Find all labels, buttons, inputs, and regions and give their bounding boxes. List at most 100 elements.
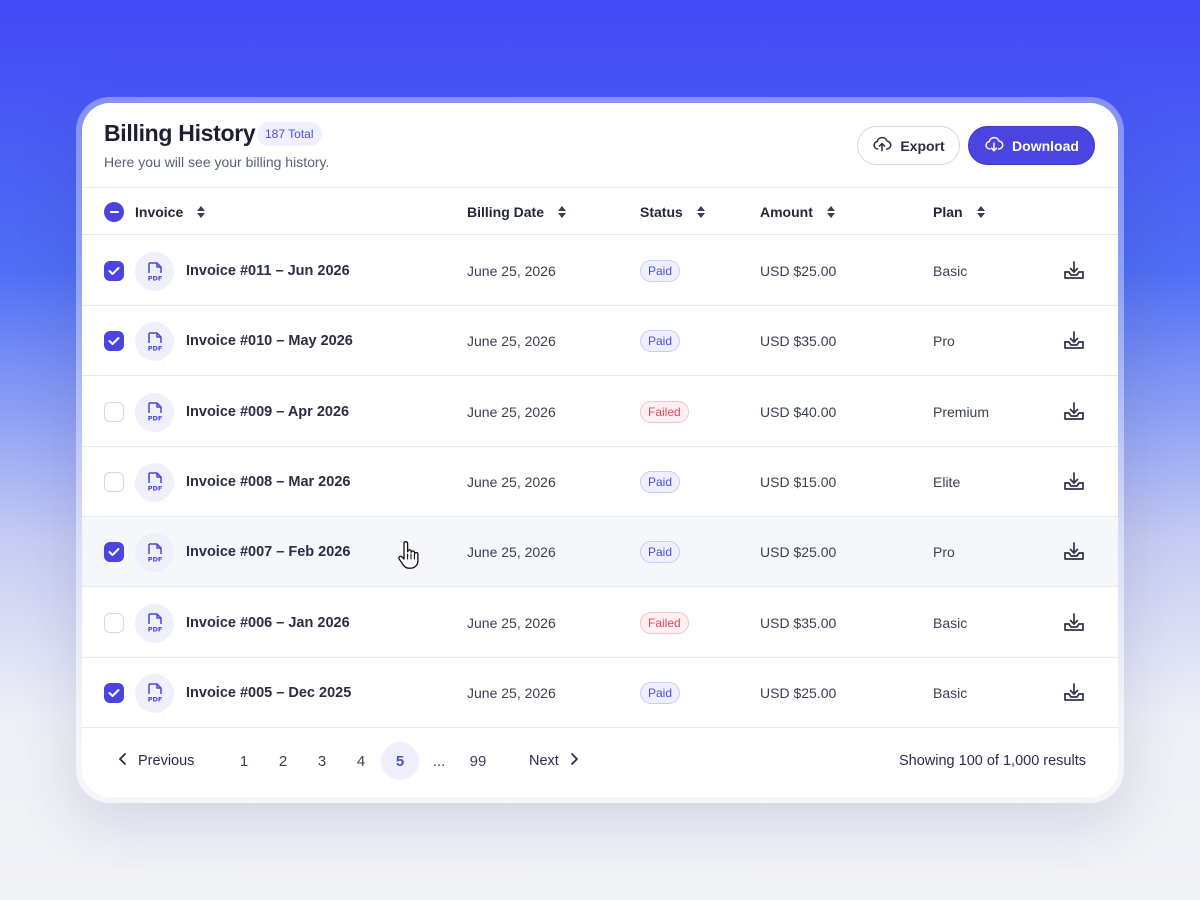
billing-date: June 25, 2026 [467,614,556,631]
sort-arrows-icon[interactable] [976,205,985,218]
billing-date: June 25, 2026 [467,403,556,420]
billing-date: June 25, 2026 [467,333,556,350]
total-count-badge: 187 Total [257,122,322,146]
page-ellipsis: ... [432,752,446,770]
row-checkbox[interactable] [104,261,124,281]
download-label: Download [1012,137,1079,154]
tray-download-icon[interactable] [1062,259,1086,283]
sort-arrows-icon[interactable] [826,205,835,218]
invoice-name[interactable]: Invoice #007 – Feb 2026 [186,544,350,560]
plan: Basic [933,684,968,701]
plan: Premium [933,403,990,420]
pdf-file-icon: PDF [135,462,174,502]
column-status-label: Status [640,203,683,220]
row-checkbox[interactable] [104,542,124,563]
invoice-name[interactable]: Invoice #006 – Jan 2026 [186,615,350,631]
page-subtitle: Here you will see your billing history. [104,154,330,170]
page-number[interactable]: 4 [342,742,380,780]
column-plan-label: Plan [933,203,963,220]
previous-label: Previous [138,753,195,769]
status-badge: Paid [640,260,681,282]
pdf-file-icon: PDF [135,322,174,362]
table-row[interactable]: PDF Invoice #005 – Dec 2025 June 25, 202… [82,658,1118,728]
invoice-name[interactable]: Invoice #010 – May 2026 [186,333,353,349]
tray-download-icon[interactable] [1062,329,1086,353]
amount: USD $25.00 [760,263,837,279]
page-number[interactable]: 5 [381,742,419,780]
card-header: Billing History 187 Total Here you will … [82,103,1118,188]
tray-download-icon[interactable] [1062,681,1086,705]
sort-arrows-icon[interactable] [696,205,705,218]
status-badge: Paid [640,470,681,493]
invoice-name[interactable]: Invoice #011 – Jun 2026 [186,263,350,279]
page-number[interactable]: 99 [459,742,497,780]
page-number[interactable]: 1 [225,742,263,780]
billing-date: June 25, 2026 [467,473,556,490]
page-title: Billing History [104,120,256,146]
table-row[interactable]: PDF Invoice #009 – Apr 2026 June 25, 202… [82,377,1118,447]
results-summary: Showing 100 of 1,000 results [898,753,1086,769]
cloud-upload-icon [872,134,892,157]
sort-arrows-icon[interactable] [558,205,567,218]
export-label: Export [900,137,945,154]
svg-text:PDF: PDF [147,696,162,704]
pdf-file-icon: PDF [135,673,174,713]
chevron-right-icon [569,752,579,770]
invoice-name[interactable]: Invoice #008 – Mar 2026 [186,474,350,490]
next-label: Next [529,753,559,769]
previous-page-button[interactable]: Previous [118,742,194,780]
table-row[interactable]: PDF Invoice #011 – Jun 2026 June 25, 202… [82,236,1118,306]
plan: Pro [933,544,955,561]
invoice-name[interactable]: Invoice #005 – Dec 2025 [186,685,351,701]
amount: USD $25.00 [760,684,837,701]
billing-date: June 25, 2026 [467,263,556,279]
pdf-file-icon: PDF [135,533,174,573]
table-row[interactable]: PDF Invoice #008 – Mar 2026 June 25, 202… [82,447,1118,517]
invoice-name[interactable]: Invoice #009 – Apr 2026 [186,404,349,420]
export-button[interactable]: Export [857,126,960,165]
column-invoice-label: Invoice [135,203,184,220]
tray-download-icon[interactable] [1062,540,1086,564]
select-all-checkbox[interactable] [104,202,124,222]
svg-text:PDF: PDF [147,485,162,493]
column-invoice[interactable]: Invoice [135,188,206,235]
pdf-file-icon: PDF [135,392,174,432]
tray-download-icon[interactable] [1062,470,1086,494]
pdf-file-icon: PDF [135,252,174,291]
chevron-left-icon [118,752,128,770]
column-status[interactable]: Status [640,188,705,235]
hand-cursor-icon [398,540,419,569]
table-row[interactable]: PDF Invoice #006 – Jan 2026 June 25, 202… [82,588,1118,658]
row-checkbox[interactable] [104,612,124,633]
status-badge: Paid [640,330,681,353]
billing-date: June 25, 2026 [467,684,556,701]
column-amount[interactable]: Amount [760,188,835,235]
amount: USD $40.00 [760,403,837,420]
next-page-button[interactable]: Next [529,742,579,780]
sort-arrows-icon[interactable] [197,205,206,218]
download-button[interactable]: Download [968,126,1095,165]
tray-download-icon[interactable] [1062,611,1086,635]
column-billing-date[interactable]: Billing Date [467,188,567,235]
svg-text:PDF: PDF [147,415,162,423]
svg-text:PDF: PDF [147,274,162,282]
svg-text:PDF: PDF [147,626,162,634]
column-plan[interactable]: Plan [933,188,985,235]
row-checkbox[interactable] [104,471,124,492]
row-checkbox[interactable] [104,401,124,422]
tray-download-icon[interactable] [1062,400,1086,424]
plan: Basic [933,614,968,631]
status-badge: Paid [640,681,681,704]
column-billing-date-label: Billing Date [467,203,545,220]
row-checkbox[interactable] [104,331,124,352]
cloud-download-icon [984,134,1004,157]
billing-history-card: Billing History 187 Total Here you will … [82,103,1118,797]
page-number[interactable]: 3 [303,742,341,780]
table-row[interactable]: PDF Invoice #010 – May 2026 June 25, 202… [82,306,1118,377]
page-number[interactable]: 2 [264,742,302,780]
amount: USD $15.00 [760,473,837,490]
amount: USD $25.00 [760,544,837,561]
billing-date: June 25, 2026 [467,544,556,561]
table-row[interactable]: PDF Invoice #007 – Feb 2026 June 25, 202… [82,517,1118,588]
row-checkbox[interactable] [104,682,124,703]
